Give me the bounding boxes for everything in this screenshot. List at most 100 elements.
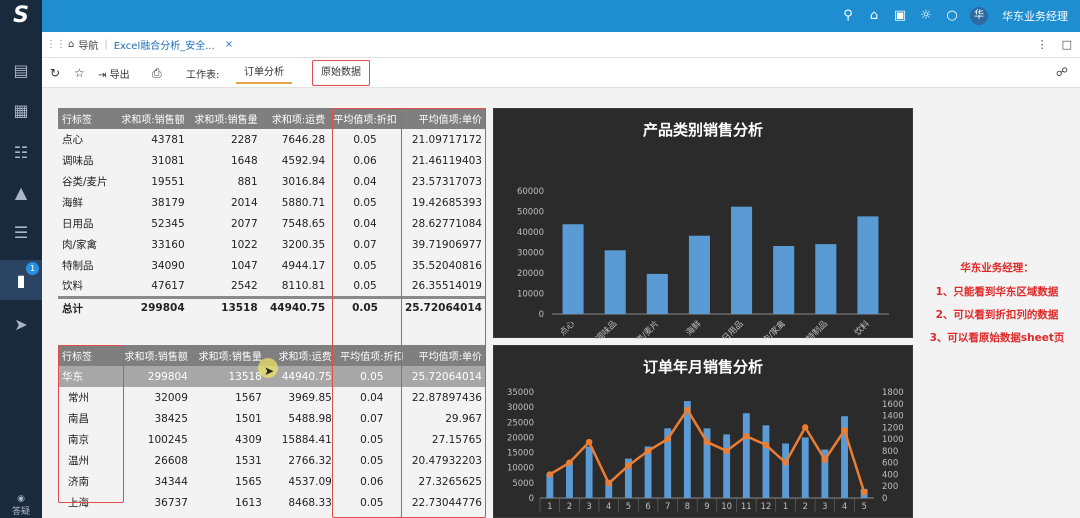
sheet-tab-raw-data[interactable]: 原始数据 bbox=[312, 60, 370, 86]
refresh-icon[interactable]: ↻ bbox=[50, 66, 60, 80]
close-icon[interactable]: × bbox=[225, 39, 233, 50]
x-tick-label: 9 bbox=[704, 502, 709, 512]
table-row[interactable]: 饮料 47617 2542 8110.81 0.05 26.35514019 bbox=[58, 276, 486, 297]
table-row[interactable]: 温州 26608 1531 2766.32 0.05 20.47932203 bbox=[58, 450, 486, 471]
table-row[interactable]: 济南 34344 1565 4537.09 0.06 27.3265625 bbox=[58, 471, 486, 492]
x-tick-label: 2 bbox=[567, 502, 572, 512]
table-cell: 1567 bbox=[235, 391, 262, 404]
table-cell: 0.06 bbox=[353, 154, 377, 167]
tab-bar: ⋮⋮ ⌂ 导航 | Excel融合分析_安全... × ⋮ □ bbox=[42, 32, 1080, 58]
table-cell: 29.967 bbox=[445, 412, 482, 425]
x-tick-label: 谷类/麦片 bbox=[628, 318, 662, 339]
table-cell: 38425 bbox=[154, 412, 188, 425]
table-row[interactable]: 日用品 52345 2077 7548.65 0.04 28.62771084 bbox=[58, 213, 486, 234]
layers-icon[interactable]: ☰ bbox=[0, 212, 42, 252]
cube-icon[interactable]: ▲ bbox=[0, 172, 42, 212]
note-line: 2、可以看到折扣列的数据 bbox=[935, 309, 1059, 321]
user-name[interactable]: 华东业务经理 bbox=[1002, 8, 1068, 24]
nav-home-icon[interactable]: ⌂ bbox=[68, 39, 74, 50]
print-icon[interactable]: ⎙ bbox=[152, 66, 162, 81]
table-cell: 0.04 bbox=[353, 217, 377, 230]
apps-icon[interactable]: ▦ bbox=[0, 90, 42, 130]
header-cell: 平均值项:折扣 bbox=[329, 108, 401, 129]
line-point bbox=[723, 447, 730, 455]
table-cell: 海鲜 bbox=[62, 197, 83, 209]
chat-icon[interactable]: ○ bbox=[944, 8, 960, 24]
x-tick-label: 调味品 bbox=[593, 318, 619, 339]
favorite-icon[interactable]: ☆ bbox=[74, 66, 85, 80]
table-row[interactable]: 海鲜 38179 2014 5880.71 0.05 19.42685393 bbox=[58, 192, 486, 213]
line-point bbox=[841, 427, 848, 434]
help-button[interactable]: ◉ 答疑 bbox=[0, 494, 42, 517]
app-logo[interactable]: S bbox=[0, 0, 42, 32]
bag-icon[interactable]: ▣ bbox=[892, 8, 908, 24]
table-row[interactable]: 上海 36737 1613 8468.33 0.05 22.73044776 bbox=[58, 492, 486, 513]
database-icon[interactable]: ☷ bbox=[0, 132, 42, 172]
sheet-tab-order-analysis[interactable]: 订单分析 bbox=[236, 62, 292, 84]
bar bbox=[801, 437, 809, 498]
table-cell: 0.05 bbox=[353, 133, 377, 146]
tab-document[interactable]: Excel融合分析_安全... bbox=[114, 37, 215, 52]
avatar[interactable]: 华 bbox=[970, 7, 988, 25]
x-tick-label: 日用品 bbox=[721, 319, 746, 339]
table-cell: 299804 bbox=[117, 366, 192, 387]
y2-tick-label: 1200 bbox=[882, 423, 904, 433]
table-row[interactable]: 特制品 34090 1047 4944.17 0.05 35.52040816 bbox=[58, 255, 486, 276]
grip-icon[interactable]: ⋮⋮ bbox=[46, 39, 66, 50]
table-row[interactable]: 点心 43781 2287 7646.28 0.05 21.09717172 bbox=[58, 129, 486, 150]
table-row[interactable]: 南昌 38425 1501 5488.98 0.07 29.967 bbox=[58, 408, 486, 429]
line-point bbox=[546, 471, 554, 478]
send-icon[interactable]: ➤ bbox=[0, 304, 42, 344]
bar bbox=[782, 443, 790, 498]
y2-tick-label: 400 bbox=[882, 470, 898, 480]
line-point bbox=[664, 435, 671, 443]
table-cell: 38179 bbox=[151, 196, 185, 209]
table-cell: 22.87897436 bbox=[411, 391, 482, 404]
table-cell: 25.72064014 bbox=[400, 295, 486, 318]
x-tick-label: 饮料 bbox=[852, 318, 872, 338]
total-row: 总计 299804 13518 44940.75 0.05 25.7206401… bbox=[58, 295, 486, 318]
maximize-icon[interactable]: □ bbox=[1062, 38, 1072, 51]
line-point bbox=[566, 459, 573, 466]
table-cell: 0.05 bbox=[335, 366, 408, 387]
table-row[interactable]: 调味品 31081 1648 4592.94 0.06 21.46119403 bbox=[58, 150, 486, 171]
table-cell: 7548.65 bbox=[281, 217, 326, 230]
export-button[interactable]: ⇥ 导出 bbox=[98, 66, 130, 81]
monitor-icon[interactable]: ▤ bbox=[0, 50, 42, 90]
table-cell: 33160 bbox=[151, 238, 185, 251]
table-cell: 温州 bbox=[68, 455, 89, 467]
tab-separator: | bbox=[104, 39, 108, 50]
note-line: 1、只能看到华东区域数据 bbox=[935, 286, 1059, 298]
table-row[interactable]: 肉/家禽 33160 1022 3200.35 0.07 39.71906977 bbox=[58, 234, 486, 255]
table-cell: 0.05 bbox=[353, 279, 377, 292]
search-icon[interactable]: ⚲ bbox=[840, 8, 856, 24]
table-row[interactable]: 南京 100245 4309 15884.41 0.05 27.15765 bbox=[58, 429, 486, 450]
table-row[interactable]: 常州 32009 1567 3969.85 0.04 22.87897436 bbox=[58, 387, 486, 408]
vertical-more-icon[interactable]: ⋮ bbox=[1037, 38, 1048, 51]
table-row[interactable]: 谷类/麦片 19551 881 3016.84 0.04 23.57317073 bbox=[58, 171, 486, 192]
share-icon[interactable]: ☍ bbox=[1056, 65, 1068, 79]
table-cell: 13518 bbox=[188, 295, 262, 318]
table-cell: 100245 bbox=[147, 433, 188, 446]
table-cell: 299804 bbox=[115, 295, 189, 318]
category-sales-chart: 产品类别销售分析 0 10000 20000 30000 40000 50000 60000… bbox=[493, 108, 913, 339]
export-icon: ⇥ bbox=[98, 70, 107, 81]
table-cell: 0.07 bbox=[360, 412, 384, 425]
bar bbox=[585, 446, 593, 498]
table-cell: 饮料 bbox=[62, 280, 83, 293]
y2-tick-label: 200 bbox=[882, 482, 898, 492]
table-cell: 0.04 bbox=[360, 391, 384, 404]
table-cell: 23.57317073 bbox=[411, 175, 482, 188]
x-tick-label: 肉/家禽 bbox=[760, 318, 788, 339]
chart-icon[interactable]: ▮ 1 bbox=[0, 260, 42, 300]
gauge-icon[interactable]: ☼ bbox=[918, 8, 934, 24]
table-cell: 28.62771084 bbox=[411, 217, 482, 230]
note-line: 3、可以看原始数据sheet页 bbox=[929, 332, 1065, 344]
header-cell: 求和项:销售额 bbox=[115, 108, 189, 129]
home-icon[interactable]: ⌂ bbox=[866, 8, 882, 24]
line-point bbox=[644, 447, 652, 455]
tab-navigation[interactable]: 导航 bbox=[78, 37, 98, 52]
bar bbox=[857, 216, 879, 314]
y-tick-label: 15000 bbox=[507, 449, 534, 459]
table-cell: 南昌 bbox=[68, 413, 89, 425]
